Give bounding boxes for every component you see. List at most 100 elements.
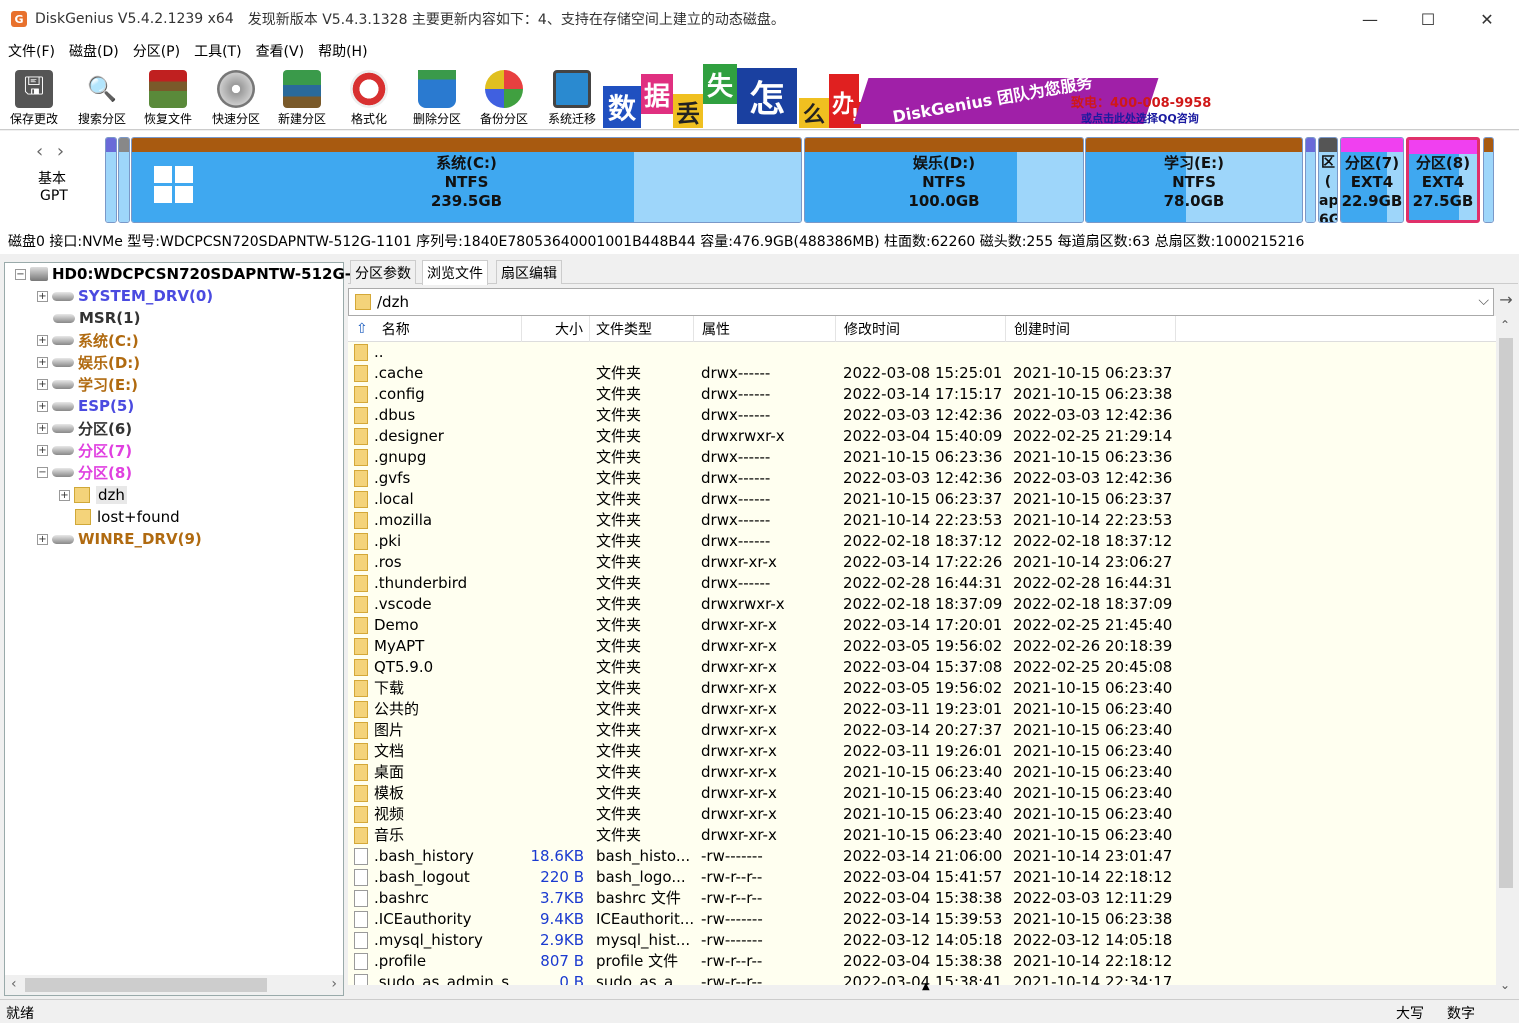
- partition-system-drv[interactable]: [105, 137, 117, 223]
- folder-row[interactable]: Demo 文件夹 drwxr-xr-x 2022-03-14 17:20:01 2022…: [348, 615, 1496, 636]
- tree-node-c[interactable]: + 系统(C:): [37, 329, 139, 351]
- splitter-up-icon[interactable]: ▲: [922, 981, 930, 992]
- folder-row[interactable]: .gnupg 文件夹 drwx------ 2021-10-15 06:23:36 20…: [348, 447, 1496, 468]
- folder-row[interactable]: .cache 文件夹 drwx------ 2022-03-08 15:25:01 20…: [348, 363, 1496, 384]
- tree-node-d[interactable]: + 娱乐(D:): [37, 351, 140, 373]
- tree-node-8[interactable]: − 分区(8): [37, 461, 132, 483]
- search-partition-button[interactable]: 🔍 搜索分区: [69, 64, 135, 128]
- tree-node-msr[interactable]: MSR(1): [49, 307, 140, 329]
- format-button[interactable]: 格式化: [336, 64, 402, 128]
- column-size[interactable]: 大小: [522, 316, 590, 342]
- expand-icon[interactable]: +: [37, 334, 48, 346]
- menu-partition[interactable]: 分区(P): [133, 41, 180, 61]
- file-row[interactable]: .mysql_history 2.9KB mysql_hist... -rw-----…: [348, 930, 1496, 951]
- file-row[interactable]: .bash_logout 220 B bash_logo... -rw-r--r-- 2…: [348, 867, 1496, 888]
- banner-qq-link[interactable]: 或点击此处选择QQ咨询: [1081, 110, 1199, 126]
- folder-row[interactable]: 文档 文件夹 drwxr-xr-x 2022-03-11 19:26:01 2021-1…: [348, 741, 1496, 762]
- tab-browse-files[interactable]: 浏览文件: [422, 260, 488, 285]
- folder-row[interactable]: 视频 文件夹 drwxr-xr-x 2021-10-15 06:23:40 2021-1…: [348, 804, 1496, 825]
- path-bar[interactable]: /dzh ⌵: [348, 288, 1494, 316]
- expand-icon[interactable]: +: [37, 444, 48, 456]
- ad-banner[interactable]: 数 据 丢 失 怎 么 办 ! DiskGenius 团队为您服务 致电：400…: [603, 64, 1215, 128]
- expand-icon[interactable]: +: [37, 290, 48, 302]
- folder-row[interactable]: 桌面 文件夹 drwxr-xr-x 2021-10-15 06:23:40 2021-1…: [348, 762, 1496, 783]
- scroll-right-icon[interactable]: ›: [331, 976, 337, 992]
- menu-disk[interactable]: 磁盘(D): [69, 41, 119, 61]
- partition-6[interactable]: 区( ap 6G: [1318, 137, 1338, 223]
- partition-winre[interactable]: [1483, 137, 1494, 223]
- expand-icon[interactable]: +: [37, 400, 48, 412]
- folder-row[interactable]: .designer 文件夹 drwxrwxr-x 2022-03-04 15:40:0…: [348, 426, 1496, 447]
- tree-node-winre[interactable]: + WINRE_DRV(9): [37, 528, 202, 550]
- tree-node-esp[interactable]: + ESP(5): [37, 395, 134, 417]
- partition-esp[interactable]: [1305, 137, 1316, 223]
- folder-row[interactable]: .config 文件夹 drwx------ 2022-03-14 17:15:17 2…: [348, 384, 1496, 405]
- new-partition-button[interactable]: 新建分区: [269, 64, 335, 128]
- tree-folder-dzh[interactable]: + dzh: [59, 484, 127, 506]
- expand-icon[interactable]: +: [59, 489, 70, 501]
- tab-sector-edit[interactable]: 扇区编辑: [496, 260, 562, 284]
- partition-d[interactable]: 娱乐(D:) NTFS 100.0GB: [804, 137, 1084, 223]
- partition-msr[interactable]: [118, 137, 130, 223]
- collapse-icon[interactable]: −: [37, 466, 48, 478]
- folder-row[interactable]: 音乐 文件夹 drwxr-xr-x 2021-10-15 06:23:40 2021-1…: [348, 825, 1496, 846]
- tree-node-7[interactable]: + 分区(7): [37, 439, 132, 461]
- expand-icon[interactable]: +: [37, 356, 48, 368]
- menu-file[interactable]: 文件(F): [8, 41, 55, 61]
- tree-node-6[interactable]: + 分区(6): [37, 417, 132, 439]
- minimize-button[interactable]: —: [1341, 0, 1399, 38]
- menu-view[interactable]: 查看(V): [256, 41, 305, 61]
- scrollbar-thumb[interactable]: [1499, 338, 1513, 888]
- tree-node-e[interactable]: + 学习(E:): [37, 373, 138, 395]
- file-list-vertical-scrollbar[interactable]: ⌃ ⌄: [1496, 316, 1516, 996]
- tree-horizontal-scrollbar[interactable]: ‹ ›: [5, 975, 343, 995]
- expand-icon[interactable]: +: [37, 533, 48, 545]
- scroll-down-icon[interactable]: ⌄: [1500, 978, 1510, 992]
- column-name[interactable]: ⇧ 名称: [348, 316, 522, 342]
- folder-row[interactable]: .dbus 文件夹 drwx------ 2022-03-03 12:42:36 202…: [348, 405, 1496, 426]
- folder-row[interactable]: .vscode 文件夹 drwxrwxr-x 2022-02-18 18:37:09 2…: [348, 594, 1496, 615]
- folder-row[interactable]: 下载 文件夹 drwxr-xr-x 2022-03-05 19:56:02 2021-1…: [348, 678, 1496, 699]
- folder-row[interactable]: 模板 文件夹 drwxr-xr-x 2021-10-15 06:23:40 2021-1…: [348, 783, 1496, 804]
- folder-row[interactable]: QT5.9.0 文件夹 drwxr-xr-x 2022-03-04 15:37:08 2…: [348, 657, 1496, 678]
- quick-partition-button[interactable]: 快速分区: [203, 64, 269, 128]
- collapse-icon[interactable]: −: [15, 268, 26, 280]
- partition-c[interactable]: 系统(C:) NTFS 239.5GB: [131, 137, 802, 223]
- save-changes-button[interactable]: 🖫 保存更改: [1, 64, 67, 128]
- file-row[interactable]: .bash_history 18.6KB bash_histo... -rw-----…: [348, 846, 1496, 867]
- partition-e[interactable]: 学习(E:) NTFS 78.0GB: [1085, 137, 1303, 223]
- column-modified[interactable]: 修改时间: [836, 316, 1006, 342]
- tab-partition-params[interactable]: 分区参数: [350, 260, 416, 284]
- folder-row[interactable]: .local 文件夹 drwx------ 2021-10-15 06:23:37 20…: [348, 489, 1496, 510]
- folder-row[interactable]: .gvfs 文件夹 drwx------ 2022-03-03 12:42:36 202…: [348, 468, 1496, 489]
- expand-icon[interactable]: +: [37, 378, 48, 390]
- folder-row[interactable]: .mozilla 文件夹 drwx------ 2021-10-14 22:23:53…: [348, 510, 1496, 531]
- column-type[interactable]: 文件类型: [590, 316, 694, 342]
- delete-partition-button[interactable]: 删除分区: [404, 64, 470, 128]
- partition-7[interactable]: 分区(7) EXT4 22.9GB: [1340, 137, 1404, 223]
- scroll-up-icon[interactable]: ⌃: [1500, 318, 1510, 332]
- banner-phone[interactable]: 致电：400-008-9958: [1071, 92, 1211, 111]
- column-created[interactable]: 创建时间: [1006, 316, 1176, 342]
- tree-node-system-drv[interactable]: + SYSTEM_DRV(0): [37, 285, 213, 307]
- disk-nav-arrows[interactable]: ‹ ›: [36, 141, 68, 162]
- file-row[interactable]: .profile 807 B profile 文件 -rw-r--r-- 2022-03…: [348, 951, 1496, 972]
- file-row[interactable]: .ICEauthority 9.4KB ICEauthorit... -rw-----…: [348, 909, 1496, 930]
- menu-help[interactable]: 帮助(H): [318, 41, 367, 61]
- folder-row[interactable]: .pki 文件夹 drwx------ 2022-02-18 18:37:12 2022…: [348, 531, 1496, 552]
- folder-row[interactable]: MyAPT 文件夹 drwxr-xr-x 2022-03-05 19:56:02 202…: [348, 636, 1496, 657]
- file-row[interactable]: .bashrc 3.7KB bashrc 文件 -rw-r--r-- 2022-03-0…: [348, 888, 1496, 909]
- splitter[interactable]: ▲: [348, 981, 1496, 996]
- folder-row[interactable]: 公共的 文件夹 drwxr-xr-x 2022-03-11 19:23:01 2021-…: [348, 699, 1496, 720]
- menu-tools[interactable]: 工具(T): [194, 41, 241, 61]
- maximize-button[interactable]: ☐: [1399, 0, 1457, 38]
- folder-row[interactable]: .ros 文件夹 drwxr-xr-x 2022-03-14 17:22:26 2021…: [348, 552, 1496, 573]
- recover-file-button[interactable]: 恢复文件: [135, 64, 201, 128]
- folder-row[interactable]: .thunderbird 文件夹 drwx------ 2022-02-28 16:4…: [348, 573, 1496, 594]
- backup-partition-button[interactable]: 备份分区: [471, 64, 537, 128]
- go-arrow-icon[interactable]: →: [1496, 290, 1516, 314]
- expand-icon[interactable]: +: [37, 422, 48, 434]
- scrollbar-thumb[interactable]: [25, 978, 267, 992]
- close-button[interactable]: ✕: [1458, 0, 1516, 38]
- tree-root[interactable]: − HD0:WDCPCSN720SDAPNTW-512G-1: [15, 263, 361, 285]
